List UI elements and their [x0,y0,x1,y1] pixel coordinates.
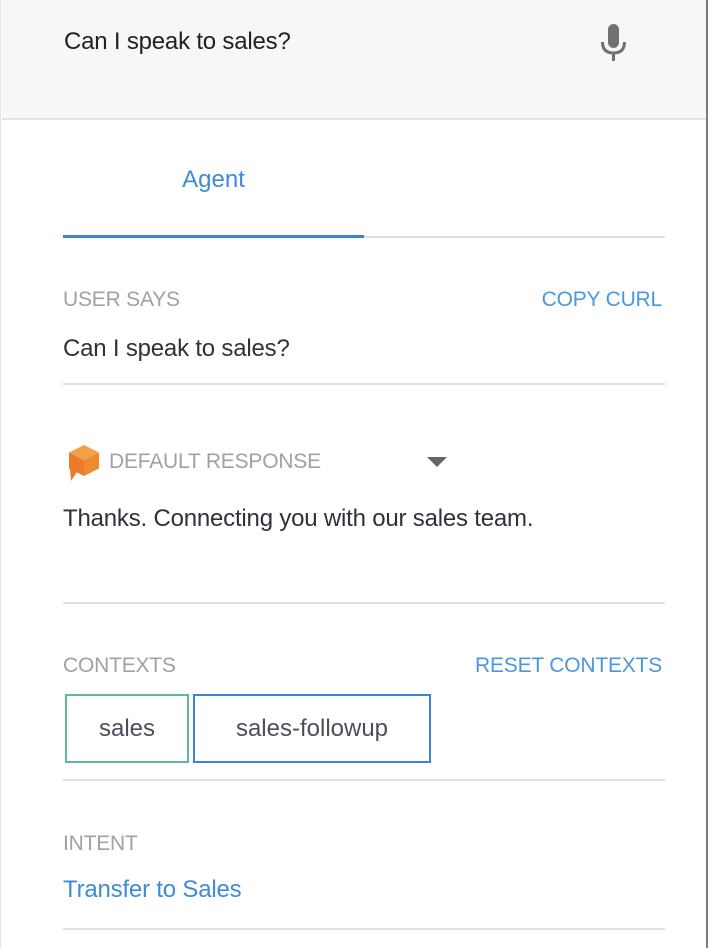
user-says-label: USER SAYS [63,288,180,311]
context-chip-sales[interactable]: sales [65,694,189,763]
divider [63,779,665,781]
query-input[interactable]: Can I speak to sales? [64,28,291,56]
query-bar: Can I speak to sales? [2,0,707,120]
divider [63,928,665,930]
tab-active-indicator [63,235,364,238]
dialogflow-cube-icon [67,444,101,482]
context-chip-sales-followup[interactable]: sales-followup [193,694,431,763]
default-response-text: Thanks. Connecting you with our sales te… [63,505,534,532]
default-response-label: DEFAULT RESPONSE [109,450,321,473]
microphone-icon[interactable] [598,24,630,64]
tab-agent[interactable]: Agent [63,166,364,194]
context-chip-label: sales-followup [235,714,389,742]
intent-label: INTENT [63,832,138,855]
intent-link[interactable]: Transfer to Sales [63,876,242,904]
contexts-label: CONTEXTS [63,654,176,677]
caret-down-icon[interactable] [427,457,447,467]
divider [63,383,665,385]
reset-contexts-button[interactable]: RESET CONTEXTS [475,654,662,678]
copy-curl-button[interactable]: COPY CURL [542,288,663,312]
user-says-value: Can I speak to sales? [63,335,290,362]
context-chip-label: sales [98,714,156,742]
divider [63,602,665,604]
test-console-panel: Can I speak to sales? Agent USER SAYS CO… [0,0,707,948]
